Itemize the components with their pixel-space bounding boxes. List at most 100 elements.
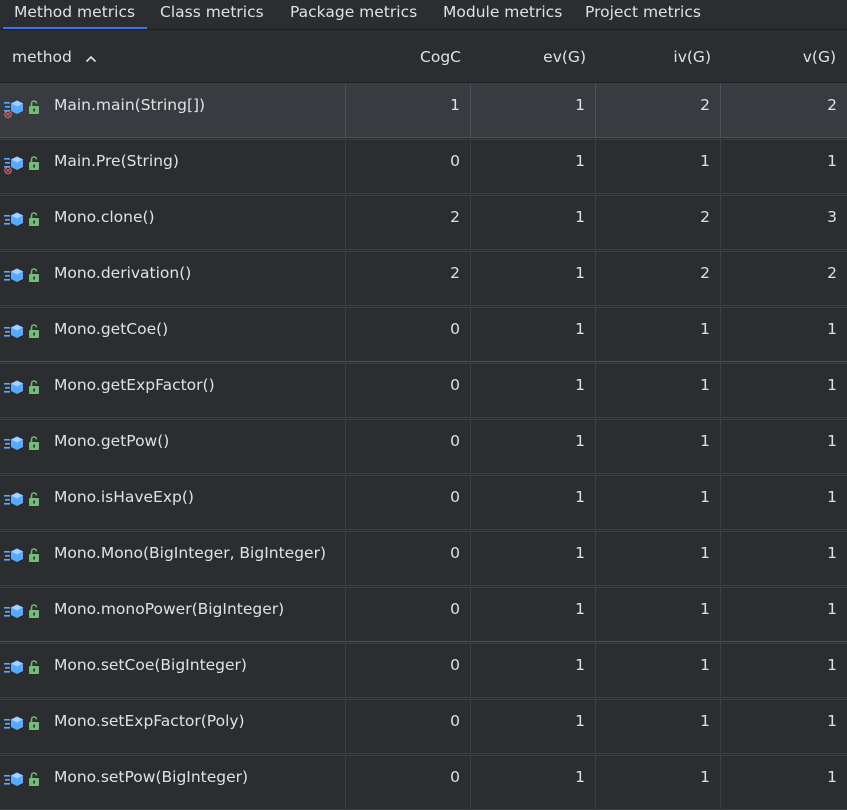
method-metrics-table: method CogC ev(G) iv(G) v(G) Main.main(S… bbox=[0, 30, 847, 810]
cogc-cell: 0 bbox=[345, 140, 470, 193]
evg-cell: 1 bbox=[470, 700, 595, 753]
method-icon bbox=[4, 262, 44, 282]
ivg-cell: 1 bbox=[595, 756, 720, 809]
ivg-cell: 1 bbox=[595, 700, 720, 753]
table-row[interactable]: Main.main(String[]) 1 1 2 2 bbox=[0, 83, 847, 138]
table-row[interactable]: Mono.Mono(BigInteger, BigInteger) 0 1 1 … bbox=[0, 531, 847, 586]
evg-cell: 1 bbox=[470, 756, 595, 809]
method-cell: Mono.getCoe() bbox=[0, 308, 345, 361]
table-header: method CogC ev(G) iv(G) v(G) bbox=[0, 30, 847, 83]
cogc-cell: 2 bbox=[345, 252, 470, 305]
tab-method-metrics[interactable]: Method metrics bbox=[2, 0, 148, 29]
table-row[interactable]: Mono.derivation() 2 1 2 2 bbox=[0, 251, 847, 306]
tab-module-metrics[interactable]: Module metrics bbox=[443, 0, 562, 29]
cogc-cell: 0 bbox=[345, 420, 470, 473]
vg-cell: 2 bbox=[720, 252, 847, 305]
table-row[interactable]: Mono.setExpFactor(Poly) 0 1 1 1 bbox=[0, 699, 847, 754]
vg-cell: 1 bbox=[720, 364, 847, 417]
method-icon bbox=[4, 710, 44, 730]
evg-cell: 1 bbox=[470, 84, 595, 137]
method-icon bbox=[4, 766, 44, 786]
method-icon bbox=[4, 542, 44, 562]
cogc-cell: 0 bbox=[345, 364, 470, 417]
vg-cell: 1 bbox=[720, 532, 847, 585]
cogc-cell: 0 bbox=[345, 588, 470, 641]
method-name: Mono.setPow(BigInteger) bbox=[54, 768, 249, 786]
vg-cell: 3 bbox=[720, 196, 847, 249]
method-icon bbox=[4, 374, 44, 394]
evg-cell: 1 bbox=[470, 476, 595, 529]
method-cell: Mono.getPow() bbox=[0, 420, 345, 473]
method-name: Mono.setCoe(BigInteger) bbox=[54, 656, 247, 674]
table-row[interactable]: Mono.isHaveExp() 0 1 1 1 bbox=[0, 475, 847, 530]
evg-cell: 1 bbox=[470, 196, 595, 249]
tab-package-metrics[interactable]: Package metrics bbox=[290, 0, 417, 29]
method-name: Mono.monoPower(BigInteger) bbox=[54, 600, 285, 618]
evg-cell: 1 bbox=[470, 532, 595, 585]
column-header-method-label: method bbox=[12, 48, 72, 66]
ivg-cell: 1 bbox=[595, 420, 720, 473]
method-name: Mono.getPow() bbox=[54, 432, 170, 450]
cogc-cell: 0 bbox=[345, 308, 470, 361]
table-row[interactable]: Mono.getPow() 0 1 1 1 bbox=[0, 419, 847, 474]
table-row[interactable]: Mono.setCoe(BigInteger) 0 1 1 1 bbox=[0, 643, 847, 698]
cogc-cell: 2 bbox=[345, 196, 470, 249]
method-icon bbox=[4, 430, 44, 450]
ivg-cell: 1 bbox=[595, 532, 720, 585]
evg-cell: 1 bbox=[470, 252, 595, 305]
table-row[interactable]: Mono.setPow(BigInteger) 0 1 1 1 bbox=[0, 755, 847, 810]
column-header-cogc[interactable]: CogC bbox=[360, 30, 461, 82]
cogc-cell: 0 bbox=[345, 756, 470, 809]
ivg-cell: 1 bbox=[595, 476, 720, 529]
method-name: Mono.getExpFactor() bbox=[54, 376, 215, 394]
column-header-ivg[interactable]: iv(G) bbox=[595, 30, 711, 82]
table-row[interactable]: Mono.getCoe() 0 1 1 1 bbox=[0, 307, 847, 362]
method-cell: Mono.clone() bbox=[0, 196, 345, 249]
vg-cell: 1 bbox=[720, 308, 847, 361]
method-name: Mono.clone() bbox=[54, 208, 155, 226]
method-name: Main.Pre(String) bbox=[54, 152, 179, 170]
table-row[interactable]: Mono.getExpFactor() 0 1 1 1 bbox=[0, 363, 847, 418]
method-cell: Mono.monoPower(BigInteger) bbox=[0, 588, 345, 641]
table-row[interactable]: Mono.monoPower(BigInteger) 0 1 1 1 bbox=[0, 587, 847, 642]
ivg-cell: 1 bbox=[595, 644, 720, 697]
table-body: Main.main(String[]) 1 1 2 2 Main.Pre(Str… bbox=[0, 83, 847, 810]
method-cell: Mono.Mono(BigInteger, BigInteger) bbox=[0, 532, 345, 585]
method-icon bbox=[4, 654, 44, 674]
vg-cell: 2 bbox=[720, 84, 847, 137]
column-header-vg[interactable]: v(G) bbox=[720, 30, 836, 82]
tab-class-metrics[interactable]: Class metrics bbox=[160, 0, 264, 29]
table-row[interactable]: Mono.clone() 2 1 2 3 bbox=[0, 195, 847, 250]
evg-cell: 1 bbox=[470, 588, 595, 641]
cogc-cell: 0 bbox=[345, 476, 470, 529]
method-cell: Mono.getExpFactor() bbox=[0, 364, 345, 417]
column-header-method[interactable]: method bbox=[12, 30, 97, 82]
ivg-cell: 2 bbox=[595, 196, 720, 249]
sort-ascending-icon bbox=[85, 31, 97, 85]
method-icon bbox=[4, 206, 44, 226]
vg-cell: 1 bbox=[720, 476, 847, 529]
evg-cell: 1 bbox=[470, 420, 595, 473]
ivg-cell: 1 bbox=[595, 364, 720, 417]
ivg-cell: 2 bbox=[595, 252, 720, 305]
table-row[interactable]: Main.Pre(String) 0 1 1 1 bbox=[0, 139, 847, 194]
vg-cell: 1 bbox=[720, 644, 847, 697]
method-cell: Mono.isHaveExp() bbox=[0, 476, 345, 529]
ivg-cell: 1 bbox=[595, 308, 720, 361]
column-header-evg[interactable]: ev(G) bbox=[470, 30, 586, 82]
cogc-cell: 0 bbox=[345, 644, 470, 697]
method-cell: Mono.setPow(BigInteger) bbox=[0, 756, 345, 809]
method-name: Main.main(String[]) bbox=[54, 96, 206, 114]
method-icon bbox=[4, 598, 44, 618]
evg-cell: 1 bbox=[470, 644, 595, 697]
vg-cell: 1 bbox=[720, 140, 847, 193]
method-name: Mono.isHaveExp() bbox=[54, 488, 194, 506]
tab-project-metrics[interactable]: Project metrics bbox=[585, 0, 701, 29]
method-icon bbox=[4, 318, 44, 338]
method-icon bbox=[4, 150, 44, 175]
vg-cell: 1 bbox=[720, 420, 847, 473]
method-name: Mono.Mono(BigInteger, BigInteger) bbox=[54, 544, 326, 562]
metrics-tabs: Method metrics Class metrics Package met… bbox=[0, 0, 847, 30]
cogc-cell: 0 bbox=[345, 700, 470, 753]
vg-cell: 1 bbox=[720, 700, 847, 753]
